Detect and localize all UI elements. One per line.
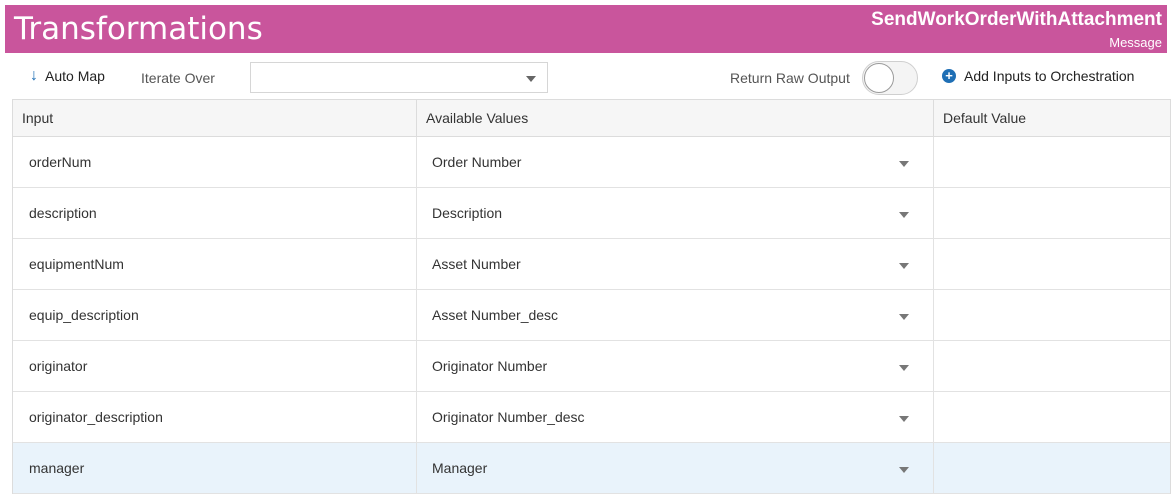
available-value-text: Order Number xyxy=(432,154,522,170)
default-value-field[interactable] xyxy=(933,188,1171,239)
table-row[interactable]: originator_description Originator Number… xyxy=(13,392,1170,443)
page-title: Transformations xyxy=(14,11,263,47)
default-value-field[interactable] xyxy=(933,290,1171,341)
available-value-select[interactable]: Asset Number_desc xyxy=(416,290,933,341)
chevron-down-icon xyxy=(899,263,909,269)
available-value-select[interactable]: Description xyxy=(416,188,933,239)
available-value-select[interactable]: Order Number xyxy=(416,137,933,188)
return-raw-output-toggle[interactable] xyxy=(862,61,918,95)
object-type: Message xyxy=(1109,35,1162,50)
available-value-text: Originator Number xyxy=(432,358,548,374)
add-inputs-button[interactable]: + Add Inputs to Orchestration xyxy=(942,68,1134,84)
table-row[interactable]: orderNum Order Number xyxy=(13,137,1170,188)
chevron-down-icon xyxy=(899,212,909,218)
transformations-header: Transformations SendWorkOrderWithAttachm… xyxy=(5,5,1167,53)
available-value-select[interactable]: Originator Number xyxy=(416,341,933,392)
input-name-cell: originator_description xyxy=(29,409,163,425)
input-name-cell: originator xyxy=(29,358,88,374)
input-name-cell: equipmentNum xyxy=(29,256,124,272)
column-header-available-values[interactable]: Available Values xyxy=(416,100,933,137)
default-value-field[interactable] xyxy=(933,137,1171,188)
table-row[interactable]: description Description xyxy=(13,188,1170,239)
input-name-cell: orderNum xyxy=(29,154,92,170)
table-row[interactable]: equip_description Asset Number_desc xyxy=(13,290,1170,341)
add-inputs-label: Add Inputs to Orchestration xyxy=(964,68,1135,84)
auto-map-label: Auto Map xyxy=(45,68,105,84)
default-value-field[interactable] xyxy=(933,239,1171,290)
chevron-down-icon xyxy=(899,314,909,320)
available-value-select[interactable]: Originator Number_desc xyxy=(416,392,933,443)
chevron-down-icon xyxy=(526,76,536,82)
available-value-select[interactable]: Asset Number xyxy=(416,239,933,290)
iterate-over-select[interactable] xyxy=(250,62,548,93)
available-value-text: Originator Number_desc xyxy=(432,409,585,425)
available-value-text: Manager xyxy=(432,460,488,476)
available-value-text: Asset Number_desc xyxy=(432,307,559,323)
transformations-grid: Input Available Values Default Value ord… xyxy=(12,99,1171,494)
available-value-text: Description xyxy=(432,205,503,221)
table-row[interactable]: equipmentNum Asset Number xyxy=(13,239,1170,290)
default-value-field[interactable] xyxy=(933,392,1171,443)
input-name-cell: manager xyxy=(29,460,85,476)
input-name-cell: equip_description xyxy=(29,307,139,323)
column-header-default-value[interactable]: Default Value xyxy=(933,100,1171,137)
column-header-input[interactable]: Input xyxy=(13,100,416,137)
chevron-down-icon xyxy=(899,416,909,422)
toggle-knob xyxy=(864,63,894,93)
default-value-field[interactable] xyxy=(933,341,1171,392)
toolbar: ↓ Auto Map Iterate Over Return Raw Outpu… xyxy=(0,58,1171,98)
return-raw-output-label: Return Raw Output xyxy=(730,70,850,86)
auto-map-button[interactable]: ↓ Auto Map xyxy=(30,67,105,85)
available-value-select[interactable]: Manager xyxy=(416,443,933,494)
available-value-text: Asset Number xyxy=(432,256,521,272)
chevron-down-icon xyxy=(899,467,909,473)
plus-circle-icon: + xyxy=(942,69,956,83)
chevron-down-icon xyxy=(899,161,909,167)
arrow-down-icon: ↓ xyxy=(30,67,38,84)
input-name-cell: description xyxy=(29,205,97,221)
default-value-field[interactable] xyxy=(933,443,1171,494)
table-row[interactable]: originator Originator Number xyxy=(13,341,1170,392)
table-row-selected[interactable]: manager Manager xyxy=(13,443,1170,494)
iterate-over-label: Iterate Over xyxy=(141,70,215,86)
chevron-down-icon xyxy=(899,365,909,371)
object-name: SendWorkOrderWithAttachment xyxy=(871,9,1162,30)
grid-header: Input Available Values Default Value xyxy=(13,100,1170,137)
